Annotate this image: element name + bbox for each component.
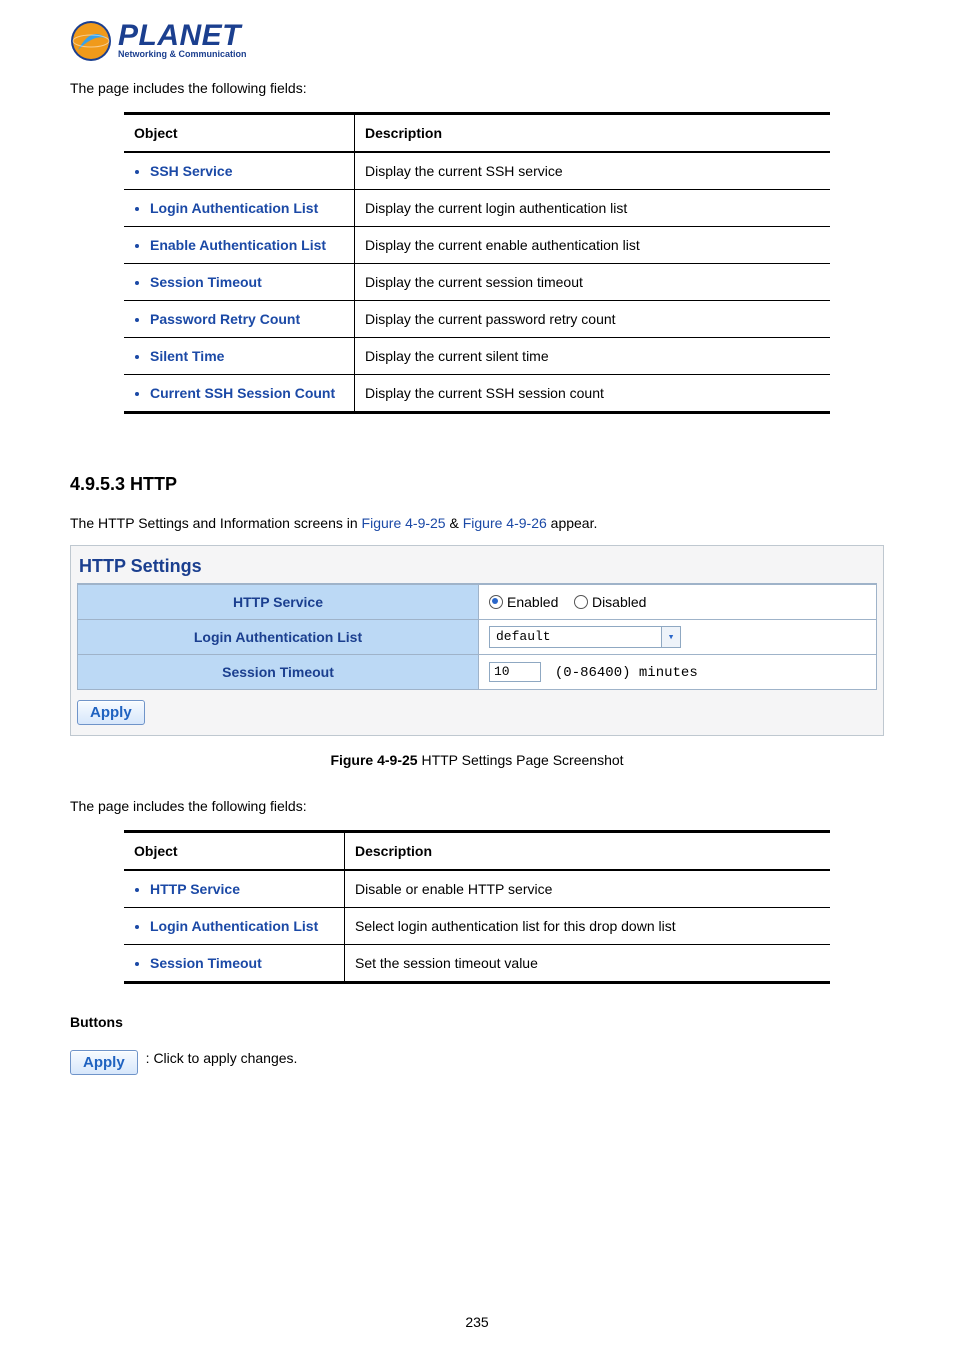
http-field-object: Session Timeout [150, 955, 334, 971]
ssh-field-description: Display the current SSH session count [355, 375, 831, 413]
login-auth-list-dropdown[interactable]: default ▾ [489, 626, 681, 648]
ssh-field-description: Display the current SSH service [355, 152, 831, 190]
http-field-description: Set the session timeout value [345, 945, 831, 983]
table1-header-description: Description [355, 114, 831, 153]
http-service-disabled-radio[interactable] [574, 595, 588, 609]
ssh-field-object: Password Retry Count [150, 311, 344, 327]
ssh-fields-table: Object Description SSH Service Display th… [124, 112, 830, 414]
ssh-field-description: Display the current password retry count [355, 301, 831, 338]
table-row: Enable Authentication List Display the cu… [124, 227, 830, 264]
logo-tagline: Networking & Communication [118, 49, 247, 59]
table2-header-description: Description [345, 832, 831, 871]
table-row: SSH Service Display the current SSH servi… [124, 152, 830, 190]
http-field-description: Disable or enable HTTP service [345, 870, 831, 908]
http-service-enabled-label: Enabled [507, 594, 558, 610]
sentence-amp: & [446, 515, 463, 531]
ssh-field-description: Display the current enable authenticatio… [355, 227, 831, 264]
table-row: Login Authentication List Display the cur… [124, 190, 830, 227]
http-field-object: HTTP Service [150, 881, 334, 897]
session-timeout-label: Session Timeout [78, 655, 479, 690]
sentence-post: appear. [547, 515, 598, 531]
table-row: HTTP Service Disable or enable HTTP servi… [124, 870, 830, 908]
figure-link-4-9-26[interactable]: Figure 4-9-26 [463, 515, 547, 531]
intro-text-2: The page includes the following fields: [70, 798, 884, 814]
session-timeout-range: (0-86400) minutes [555, 665, 698, 681]
table-row: Silent Time Display the current silent ti… [124, 338, 830, 375]
login-auth-list-label: Login Authentication List [78, 620, 479, 655]
figure-caption-rest: HTTP Settings Page Screenshot [418, 752, 624, 768]
figure-caption: Figure 4-9-25 HTTP Settings Page Screens… [70, 752, 884, 768]
chevron-down-icon: ▾ [661, 627, 680, 647]
ssh-field-description: Display the current login authentication… [355, 190, 831, 227]
ssh-field-description: Display the current session timeout [355, 264, 831, 301]
http-service-disabled-label: Disabled [592, 594, 646, 610]
page-number: 235 [0, 1314, 954, 1330]
buttons-heading: Buttons [70, 1014, 884, 1030]
table-row: Current SSH Session Count Display the cur… [124, 375, 830, 413]
ssh-field-object: Silent Time [150, 348, 344, 364]
table2-header-object: Object [124, 832, 345, 871]
section-heading-http: 4.9.5.3 HTTP [70, 474, 884, 495]
apply-button-doc[interactable]: Apply [70, 1050, 138, 1075]
ssh-field-object: Login Authentication List [150, 200, 344, 216]
http-settings-title: HTTP Settings [77, 552, 877, 584]
apply-button-description: : Click to apply changes. [146, 1050, 298, 1066]
table1-header-object: Object [124, 114, 355, 153]
ssh-field-object: SSH Service [150, 163, 344, 179]
table-row: Session Timeout Set the session timeout v… [124, 945, 830, 983]
http-field-object: Login Authentication List [150, 918, 334, 934]
ssh-field-object: Current SSH Session Count [150, 385, 344, 401]
intro-text-1: The page includes the following fields: [70, 80, 884, 96]
ssh-field-object: Enable Authentication List [150, 237, 344, 253]
http-service-enabled-radio[interactable] [489, 595, 503, 609]
section-intro-sentence: The HTTP Settings and Information screen… [70, 515, 884, 531]
session-timeout-input[interactable]: 10 [489, 662, 541, 682]
ssh-field-description: Display the current silent time [355, 338, 831, 375]
logo-brand-text: PLANET [118, 23, 247, 49]
http-field-description: Select login authentication list for thi… [345, 908, 831, 945]
table-row: Login Authentication List Select login au… [124, 908, 830, 945]
sentence-pre: The HTTP Settings and Information screen… [70, 515, 362, 531]
http-settings-panel: HTTP Settings HTTP Service Enabled Disab… [70, 545, 884, 736]
table-row: Session Timeout Display the current sessi… [124, 264, 830, 301]
table-row: Password Retry Count Display the current … [124, 301, 830, 338]
http-service-label: HTTP Service [78, 585, 479, 620]
figure-caption-bold: Figure 4-9-25 [330, 752, 417, 768]
apply-button[interactable]: Apply [77, 700, 145, 725]
figure-link-4-9-25[interactable]: Figure 4-9-25 [362, 515, 446, 531]
ssh-field-object: Session Timeout [150, 274, 344, 290]
http-fields-table: Object Description HTTP Service Disable o… [124, 830, 830, 984]
logo: PLANET Networking & Communication [70, 20, 884, 62]
login-auth-list-value: default [490, 628, 661, 646]
planet-globe-icon [70, 20, 112, 62]
